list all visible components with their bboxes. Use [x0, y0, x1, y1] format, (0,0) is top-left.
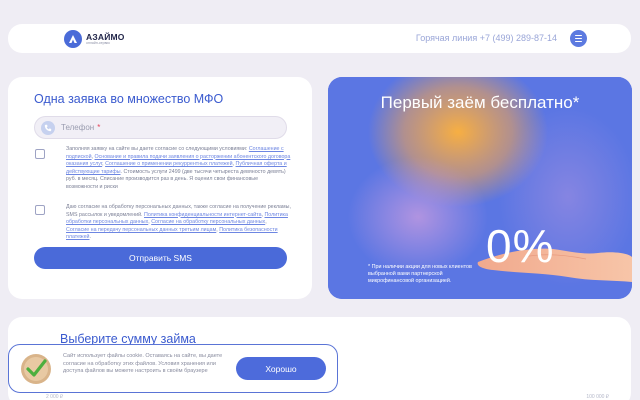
promo-title: Первый заём бесплатно* [380, 93, 580, 112]
consent-personal-data-checkbox[interactable] [35, 205, 45, 215]
promo-banner: Первый заём бесплатно* 0% * При наличии … [328, 77, 632, 299]
phone-icon [41, 121, 55, 135]
privacy-policy-link[interactable]: Политика конфиденциальности интернет-сай… [144, 212, 262, 218]
amount-max-label: 100 000 ₽ [586, 394, 609, 400]
form-title: Одна заявка во множество МФО [34, 92, 224, 106]
consent-personal-data-text: Даю согласие на обработку персональных д… [66, 204, 291, 241]
promo-footnote: * При наличии акции для новых клиентов в… [368, 264, 472, 284]
logo-tagline: онлайн-сервис [86, 41, 111, 45]
hamburger-icon [575, 35, 582, 37]
promo-zero-percent: 0% [486, 220, 555, 272]
consent-terms-text: Заполняя заявку на сайте вы даете соглас… [66, 146, 291, 190]
consent-terms-checkbox[interactable] [35, 149, 45, 159]
amount-min-label: 2 000 ₽ [46, 394, 64, 400]
cookie-accept-button[interactable]: Хорошо [236, 357, 326, 380]
send-sms-button[interactable]: Отправить SMS [34, 247, 287, 269]
hotline-phone[interactable]: Горячая линия +7 (499) 289-87-14 [416, 33, 557, 43]
cookie-banner: Сайт использует файлы cookie. Оставаясь … [8, 344, 338, 393]
logo-icon [64, 30, 82, 48]
recurring-payments-link[interactable]: Соглашение о применении рекуррентных пла… [105, 161, 232, 167]
logo[interactable]: АЗАЙМО онлайн-сервис [64, 28, 125, 50]
phone-field[interactable]: Телефон * [34, 116, 287, 139]
third-party-transfer-link[interactable]: Согласие на передачу персональных данных… [66, 227, 216, 233]
menu-button[interactable] [570, 30, 587, 47]
logo-name: АЗАЙМО [86, 31, 125, 42]
checkmark-icon [21, 354, 51, 384]
application-form: Одна заявка во множество МФО Телефон * За… [8, 77, 312, 299]
cookie-text: Сайт использует файлы cookie. Оставаясь … [63, 353, 223, 375]
phone-input[interactable]: Телефон * [61, 117, 281, 138]
phone-placeholder: Телефон [61, 123, 95, 132]
required-mark: * [97, 123, 101, 132]
site-header: АЗАЙМО онлайн-сервис Горячая линия +7 (4… [8, 24, 631, 53]
data-processing-consent-link[interactable]: Согласие на обработку персональных данны… [151, 219, 265, 225]
